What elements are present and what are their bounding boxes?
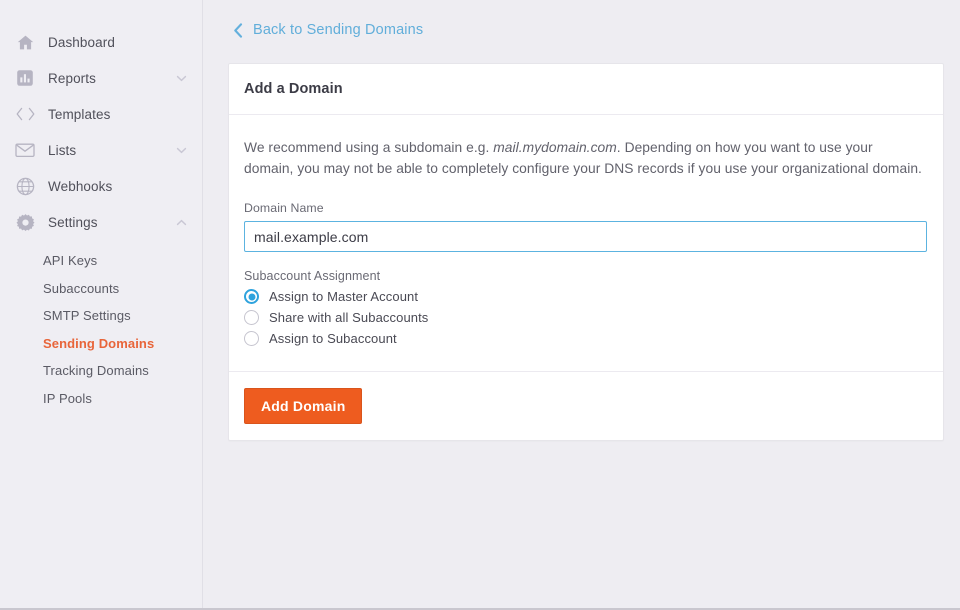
sidebar-subitem-sending-domains[interactable]: Sending Domains [0,330,202,358]
sidebar-subitem-subaccounts[interactable]: Subaccounts [0,275,202,303]
radio-label: Assign to Subaccount [269,331,397,346]
sidebar-item-label: Lists [48,142,77,158]
sidebar-subitem-ip-pools[interactable]: IP Pools [0,385,202,413]
sidebar-subitem-smtp-settings[interactable]: SMTP Settings [0,302,202,330]
radio-label: Assign to Master Account [269,289,419,304]
sidebar-subitem-label: IP Pools [43,390,92,406]
chevron-up-icon[interactable] [174,215,188,229]
chevron-down-icon[interactable] [174,71,188,85]
subaccount-assignment-label: Subaccount Assignment [244,269,381,283]
radio-indicator-selected [244,289,259,304]
subaccount-assignment-radio-group: Assign to Master Account Share with all … [244,286,928,349]
radio-assign-to-master-account[interactable]: Assign to Master Account [244,286,928,307]
back-link-label: Back to Sending Domains [253,22,424,38]
settings-submenu: API Keys Subaccounts SMTP Settings Sendi… [0,247,202,412]
sidebar-subitem-label: Subaccounts [43,280,120,296]
add-domain-card: Add a Domain We recommend using a subdom… [228,63,944,441]
description-part-1: We recommend using a subdomain e.g. [244,140,494,155]
sidebar-item-templates[interactable]: Templates [0,96,202,132]
sidebar-navigation: Dashboard Reports Templates Lists Webhoo… [0,0,203,610]
sidebar-item-label: Settings [48,214,98,230]
domain-name-label: Domain Name [244,201,324,215]
radio-assign-to-subaccount[interactable]: Assign to Subaccount [244,328,928,349]
sidebar-subitem-label: API Keys [43,253,98,269]
sidebar-subitem-label: SMTP Settings [43,308,131,324]
description-example-domain: mail.mydomain.com [493,140,617,155]
chevron-down-icon[interactable] [174,143,188,157]
sidebar-item-label: Templates [48,106,111,122]
bar-chart-icon [14,67,36,89]
sidebar-item-label: Webhooks [48,178,113,194]
sidebar-item-dashboard[interactable]: Dashboard [0,24,202,60]
back-to-sending-domains-link[interactable]: Back to Sending Domains [233,22,423,38]
card-footer: Add Domain [229,371,943,440]
radio-indicator [244,331,259,346]
card-body: We recommend using a subdomain e.g. mail… [229,115,943,371]
sidebar-subitem-label: Tracking Domains [43,363,149,379]
sidebar-subitem-label: Sending Domains [43,335,155,351]
sidebar-subitem-api-keys[interactable]: API Keys [0,247,202,275]
main-content: Back to Sending Domains Add a Domain We … [203,0,960,610]
sidebar-subitem-tracking-domains[interactable]: Tracking Domains [0,357,202,385]
sidebar-item-label: Reports [48,70,96,86]
sidebar-item-webhooks[interactable]: Webhooks [0,168,202,204]
home-icon [14,31,36,53]
code-brackets-icon [14,103,36,125]
sidebar-item-settings[interactable]: Settings [0,204,202,240]
globe-icon [14,175,36,197]
chevron-left-icon [233,22,244,38]
domain-name-input[interactable] [244,221,927,252]
page-title: Add a Domain [244,81,343,97]
recommendation-text: We recommend using a subdomain e.g. mail… [244,137,924,179]
radio-share-with-all-subaccounts[interactable]: Share with all Subaccounts [244,307,928,328]
sidebar-item-label: Dashboard [48,34,115,50]
add-domain-button[interactable]: Add Domain [244,388,363,424]
radio-label: Share with all Subaccounts [269,310,429,325]
card-header: Add a Domain [229,64,943,115]
sidebar-item-reports[interactable]: Reports [0,60,202,96]
gear-icon [14,211,36,233]
app-window: Dashboard Reports Templates Lists Webhoo… [0,0,960,610]
radio-indicator [244,310,259,325]
envelope-icon [14,139,36,161]
sidebar-item-lists[interactable]: Lists [0,132,202,168]
